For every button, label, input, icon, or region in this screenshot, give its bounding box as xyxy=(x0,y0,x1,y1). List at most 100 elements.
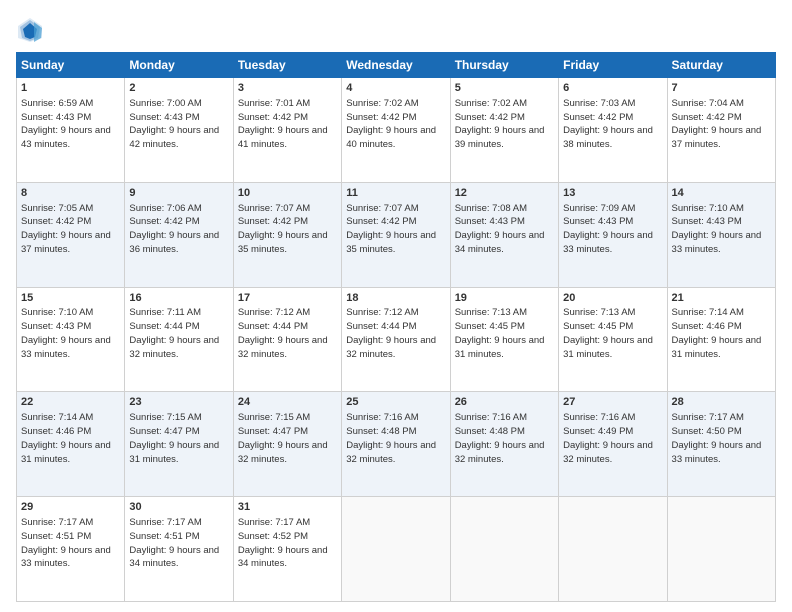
day-number: 22 xyxy=(21,395,120,410)
day-number: 4 xyxy=(346,81,445,96)
calendar-cell: 14Sunrise: 7:10 AMSunset: 4:43 PMDayligh… xyxy=(667,182,775,287)
day-info: Sunrise: 7:17 AMSunset: 4:51 PMDaylight:… xyxy=(129,517,219,569)
calendar-cell xyxy=(559,497,667,602)
day-number: 1 xyxy=(21,81,120,96)
day-number: 17 xyxy=(238,291,337,306)
day-info: Sunrise: 7:05 AMSunset: 4:42 PMDaylight:… xyxy=(21,203,111,255)
calendar-cell: 24 Sunrise: 7:15 AMSunset: 4:47 PMDayligh… xyxy=(233,392,341,497)
day-info: Sunrise: 7:13 AMSunset: 4:45 PMDaylight:… xyxy=(563,307,653,359)
calendar-cell: 11 Sunrise: 7:07 AMSunset: 4:42 PMDayligh… xyxy=(342,182,450,287)
calendar-cell: 5 Sunrise: 7:02 AMSunset: 4:42 PMDaylight… xyxy=(450,78,558,183)
day-number: 15 xyxy=(21,291,120,306)
calendar-cell: 28 Sunrise: 7:17 AMSunset: 4:50 PMDayligh… xyxy=(667,392,775,497)
calendar-cell: 31 Sunrise: 7:17 AMSunset: 4:52 PMDayligh… xyxy=(233,497,341,602)
calendar-cell: 10 Sunrise: 7:07 AMSunset: 4:42 PMDayligh… xyxy=(233,182,341,287)
weekday-header: Saturday xyxy=(667,53,775,78)
day-info: Sunrise: 7:15 AMSunset: 4:47 PMDaylight:… xyxy=(238,412,328,464)
day-info: Sunrise: 7:02 AMSunset: 4:42 PMDaylight:… xyxy=(455,98,545,150)
day-number: 31 xyxy=(238,500,337,515)
calendar-cell: 4 Sunrise: 7:02 AMSunset: 4:42 PMDaylight… xyxy=(342,78,450,183)
day-number: 8 xyxy=(21,186,120,201)
day-number: 23 xyxy=(129,395,228,410)
calendar-cell: 30 Sunrise: 7:17 AMSunset: 4:51 PMDayligh… xyxy=(125,497,233,602)
day-info: Sunrise: 7:10 AMSunset: 4:43 PMDaylight:… xyxy=(21,307,111,359)
day-info: Sunrise: 7:07 AMSunset: 4:42 PMDaylight:… xyxy=(238,203,328,255)
weekday-header: Wednesday xyxy=(342,53,450,78)
weekday-header: Monday xyxy=(125,53,233,78)
day-number: 9 xyxy=(129,186,228,201)
calendar-cell: 22Sunrise: 7:14 AMSunset: 4:46 PMDayligh… xyxy=(17,392,125,497)
calendar-week-row: 15Sunrise: 7:10 AMSunset: 4:43 PMDayligh… xyxy=(17,287,776,392)
day-number: 19 xyxy=(455,291,554,306)
day-number: 3 xyxy=(238,81,337,96)
day-info: Sunrise: 7:17 AMSunset: 4:51 PMDaylight:… xyxy=(21,517,111,569)
day-info: Sunrise: 7:17 AMSunset: 4:50 PMDaylight:… xyxy=(672,412,762,464)
day-number: 30 xyxy=(129,500,228,515)
day-number: 25 xyxy=(346,395,445,410)
calendar-cell: 15Sunrise: 7:10 AMSunset: 4:43 PMDayligh… xyxy=(17,287,125,392)
day-number: 29 xyxy=(21,500,120,515)
calendar-cell: 2Sunrise: 7:00 AMSunset: 4:43 PMDaylight… xyxy=(125,78,233,183)
day-number: 7 xyxy=(672,81,771,96)
calendar-cell: 19Sunrise: 7:13 AMSunset: 4:45 PMDayligh… xyxy=(450,287,558,392)
day-info: Sunrise: 7:06 AMSunset: 4:42 PMDaylight:… xyxy=(129,203,219,255)
day-info: Sunrise: 7:08 AMSunset: 4:43 PMDaylight:… xyxy=(455,203,545,255)
calendar-cell: 21Sunrise: 7:14 AMSunset: 4:46 PMDayligh… xyxy=(667,287,775,392)
day-info: Sunrise: 7:10 AMSunset: 4:43 PMDaylight:… xyxy=(672,203,762,255)
calendar-week-row: 8 Sunrise: 7:05 AMSunset: 4:42 PMDaylight… xyxy=(17,182,776,287)
day-info: Sunrise: 7:07 AMSunset: 4:42 PMDaylight:… xyxy=(346,203,436,255)
calendar-cell: 6Sunrise: 7:03 AMSunset: 4:42 PMDaylight… xyxy=(559,78,667,183)
calendar-cell xyxy=(667,497,775,602)
day-info: Sunrise: 7:16 AMSunset: 4:48 PMDaylight:… xyxy=(346,412,436,464)
day-number: 6 xyxy=(563,81,662,96)
calendar-cell: 29 Sunrise: 7:17 AMSunset: 4:51 PMDayligh… xyxy=(17,497,125,602)
calendar-cell: 12 Sunrise: 7:08 AMSunset: 4:43 PMDayligh… xyxy=(450,182,558,287)
calendar-cell: 26 Sunrise: 7:16 AMSunset: 4:48 PMDayligh… xyxy=(450,392,558,497)
weekday-header: Thursday xyxy=(450,53,558,78)
day-info: Sunrise: 7:01 AMSunset: 4:42 PMDaylight:… xyxy=(238,98,328,150)
day-number: 26 xyxy=(455,395,554,410)
day-info: Sunrise: 7:16 AMSunset: 4:49 PMDaylight:… xyxy=(563,412,653,464)
page: SundayMondayTuesdayWednesdayThursdayFrid… xyxy=(0,0,792,612)
day-number: 21 xyxy=(672,291,771,306)
weekday-header: Friday xyxy=(559,53,667,78)
logo-icon xyxy=(16,16,44,44)
calendar-cell: 25 Sunrise: 7:16 AMSunset: 4:48 PMDayligh… xyxy=(342,392,450,497)
calendar-cell: 9 Sunrise: 7:06 AMSunset: 4:42 PMDaylight… xyxy=(125,182,233,287)
day-number: 27 xyxy=(563,395,662,410)
day-number: 28 xyxy=(672,395,771,410)
day-info: Sunrise: 7:09 AMSunset: 4:43 PMDaylight:… xyxy=(563,203,653,255)
day-info: Sunrise: 7:02 AMSunset: 4:42 PMDaylight:… xyxy=(346,98,436,150)
header xyxy=(16,16,776,44)
calendar-table: SundayMondayTuesdayWednesdayThursdayFrid… xyxy=(16,52,776,602)
calendar-cell: 3 Sunrise: 7:01 AMSunset: 4:42 PMDaylight… xyxy=(233,78,341,183)
calendar-cell: 7 Sunrise: 7:04 AMSunset: 4:42 PMDaylight… xyxy=(667,78,775,183)
day-number: 20 xyxy=(563,291,662,306)
day-info: Sunrise: 7:00 AMSunset: 4:43 PMDaylight:… xyxy=(129,98,219,150)
day-number: 5 xyxy=(455,81,554,96)
day-info: Sunrise: 7:16 AMSunset: 4:48 PMDaylight:… xyxy=(455,412,545,464)
calendar-cell: 17Sunrise: 7:12 AMSunset: 4:44 PMDayligh… xyxy=(233,287,341,392)
calendar-week-row: 1 Sunrise: 6:59 AMSunset: 4:43 PMDaylight… xyxy=(17,78,776,183)
calendar-cell xyxy=(450,497,558,602)
calendar-cell: 16Sunrise: 7:11 AMSunset: 4:44 PMDayligh… xyxy=(125,287,233,392)
day-number: 24 xyxy=(238,395,337,410)
day-number: 12 xyxy=(455,186,554,201)
calendar-cell: 20Sunrise: 7:13 AMSunset: 4:45 PMDayligh… xyxy=(559,287,667,392)
weekday-header: Tuesday xyxy=(233,53,341,78)
day-info: Sunrise: 7:12 AMSunset: 4:44 PMDaylight:… xyxy=(346,307,436,359)
day-number: 13 xyxy=(563,186,662,201)
day-info: Sunrise: 7:17 AMSunset: 4:52 PMDaylight:… xyxy=(238,517,328,569)
day-info: Sunrise: 6:59 AMSunset: 4:43 PMDaylight:… xyxy=(21,98,111,150)
day-info: Sunrise: 7:13 AMSunset: 4:45 PMDaylight:… xyxy=(455,307,545,359)
day-info: Sunrise: 7:04 AMSunset: 4:42 PMDaylight:… xyxy=(672,98,762,150)
calendar-cell: 27 Sunrise: 7:16 AMSunset: 4:49 PMDayligh… xyxy=(559,392,667,497)
day-number: 16 xyxy=(129,291,228,306)
day-number: 10 xyxy=(238,186,337,201)
day-number: 11 xyxy=(346,186,445,201)
calendar-header-row: SundayMondayTuesdayWednesdayThursdayFrid… xyxy=(17,53,776,78)
weekday-header: Sunday xyxy=(17,53,125,78)
calendar-week-row: 29 Sunrise: 7:17 AMSunset: 4:51 PMDayligh… xyxy=(17,497,776,602)
calendar-week-row: 22Sunrise: 7:14 AMSunset: 4:46 PMDayligh… xyxy=(17,392,776,497)
calendar-cell: 8 Sunrise: 7:05 AMSunset: 4:42 PMDaylight… xyxy=(17,182,125,287)
